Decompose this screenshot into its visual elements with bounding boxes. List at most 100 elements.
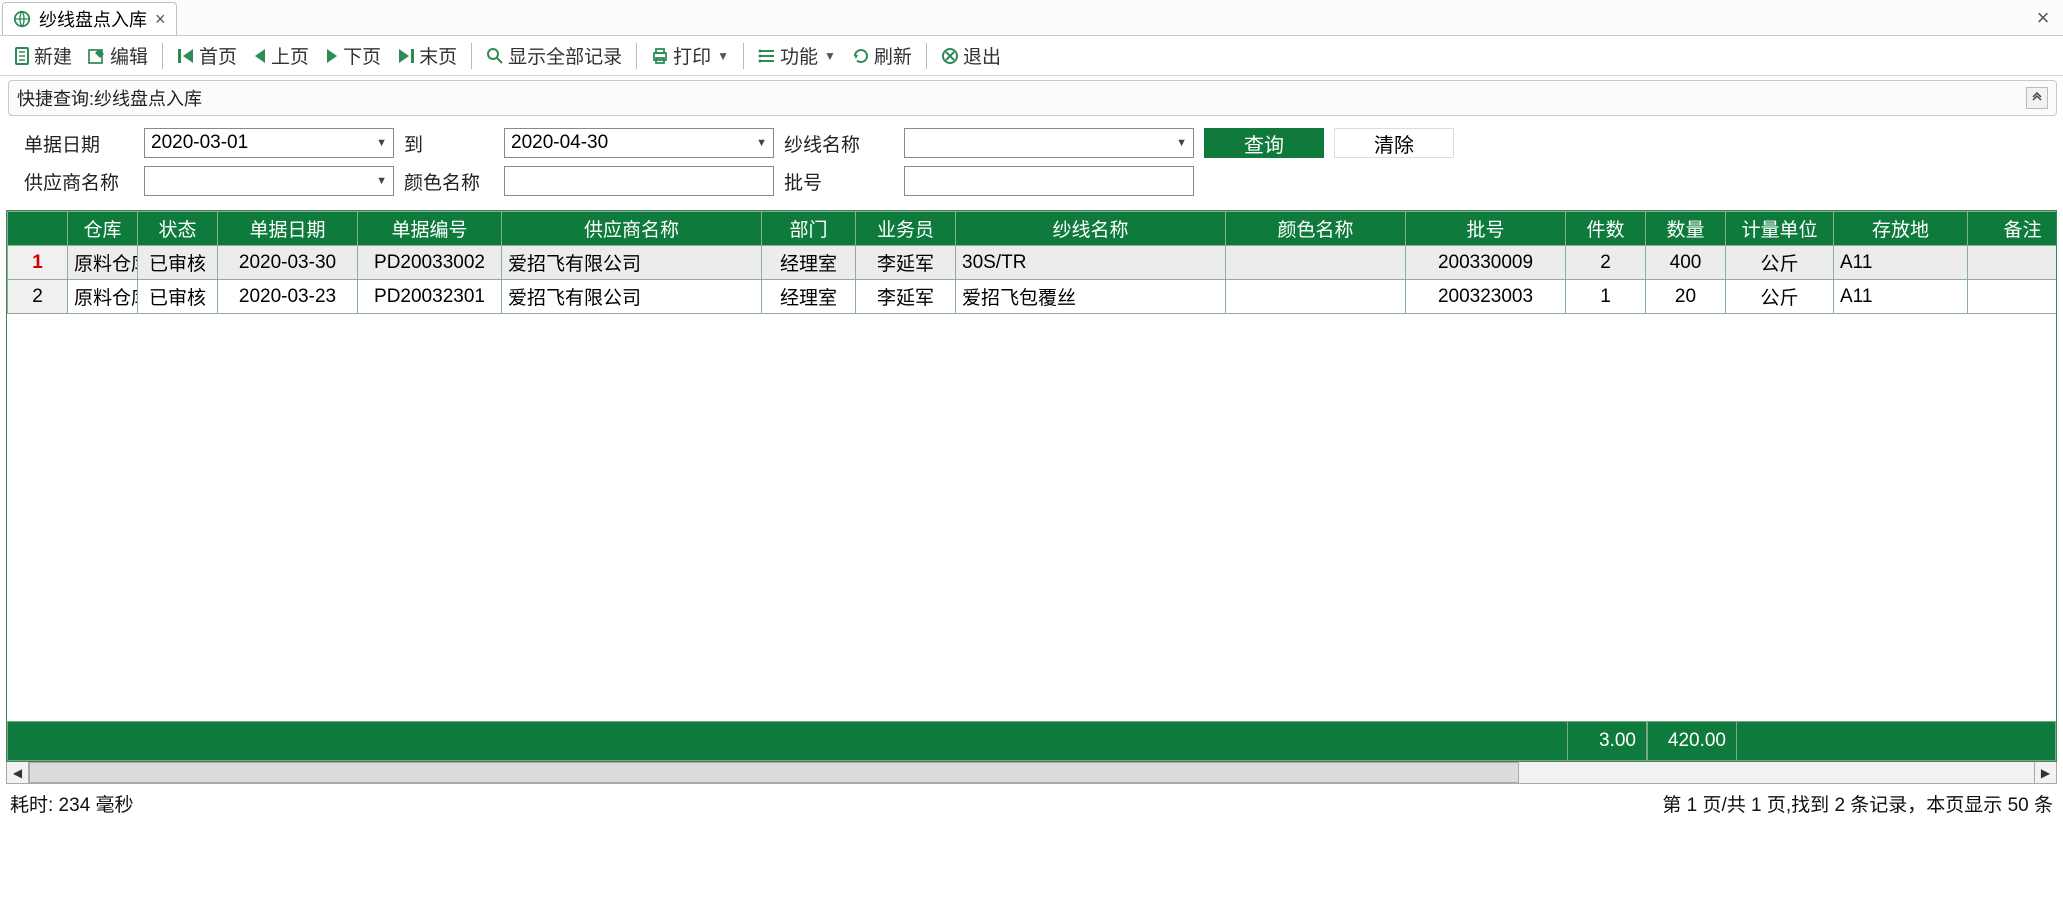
cell: 公斤: [1726, 280, 1834, 314]
th-rownum[interactable]: [8, 212, 68, 246]
yarn-label: 纱线名称: [784, 130, 894, 157]
tab-label: 纱线盘点入库: [39, 6, 147, 32]
th-sup[interactable]: 供应商名称: [502, 212, 762, 246]
new-button[interactable]: 新建: [8, 40, 78, 71]
refresh-label: 刷新: [874, 42, 912, 69]
print-label: 打印: [673, 42, 711, 69]
hscrollbar[interactable]: ◀ ▶: [6, 762, 2057, 784]
next-button[interactable]: 下页: [319, 40, 387, 71]
th-lot[interactable]: 批号: [1406, 212, 1566, 246]
last-label: 末页: [419, 42, 457, 69]
tab-bar: 纱线盘点入库 × ×: [0, 0, 2063, 36]
rownum-cell: 1: [8, 246, 68, 280]
quick-title: 快捷查询:纱线盘点入库: [17, 85, 202, 111]
rownum-cell: 2: [8, 280, 68, 314]
next-icon: [325, 48, 339, 64]
first-button[interactable]: 首页: [171, 40, 243, 71]
cell: 30S/TR: [956, 246, 1226, 280]
cell: 200323003: [1406, 280, 1566, 314]
color-input[interactable]: [504, 166, 774, 196]
th-amt[interactable]: 数量: [1646, 212, 1726, 246]
cell: 原料仓库: [68, 280, 138, 314]
chevron-down-icon: ▼: [756, 137, 767, 149]
last-button[interactable]: 末页: [391, 40, 463, 71]
table-row[interactable]: 2 原料仓库 已审核 2020-03-23 PD20032301 爱招飞有限公司…: [8, 280, 2058, 314]
th-dep[interactable]: 部门: [762, 212, 856, 246]
globe-icon: [13, 10, 31, 28]
next-label: 下页: [343, 42, 381, 69]
cell: 已审核: [138, 246, 218, 280]
th-color[interactable]: 颜色名称: [1226, 212, 1406, 246]
status-bar: 耗时: 234 毫秒 第 1 页/共 1 页,找到 2 条记录，本页显示 50 …: [0, 784, 2063, 823]
edit-icon: [88, 47, 106, 65]
func-button[interactable]: 功能▼: [752, 40, 842, 71]
pager-label: 第 1 页/共 1 页,找到 2 条记录，本页显示 50 条: [1662, 790, 2053, 817]
scroll-left-icon[interactable]: ◀: [7, 762, 29, 783]
search-button-label: 查询: [1244, 129, 1284, 158]
clear-button-label: 清除: [1374, 129, 1414, 158]
search-form: 单据日期 2020-03-01▼ 到 2020-04-30▼ 纱线名称 ▼ 查询…: [0, 118, 2063, 210]
search-button[interactable]: 查询: [1204, 128, 1324, 158]
date-to-input[interactable]: 2020-04-30▼: [504, 128, 774, 158]
refresh-icon: [852, 47, 870, 65]
supplier-input[interactable]: ▼: [144, 166, 394, 196]
exit-icon: [941, 47, 959, 65]
cell: PD20033002: [358, 246, 502, 280]
collapse-icon[interactable]: [2026, 87, 2048, 109]
sum-amt: 420.00: [1647, 721, 1737, 761]
cell: 2: [1566, 246, 1646, 280]
scroll-track[interactable]: [29, 762, 2034, 783]
edit-button[interactable]: 编辑: [82, 40, 154, 71]
prev-icon: [253, 48, 267, 64]
th-st[interactable]: 状态: [138, 212, 218, 246]
lot-input[interactable]: [904, 166, 1194, 196]
summary-bar: 3.00 420.00: [7, 721, 2056, 761]
print-button[interactable]: 打印 ▼: [645, 40, 735, 71]
cell: 20: [1646, 280, 1726, 314]
th-wh[interactable]: 仓库: [68, 212, 138, 246]
new-label: 新建: [34, 42, 72, 69]
tab-active[interactable]: 纱线盘点入库 ×: [2, 2, 177, 35]
cell: 李延军: [856, 280, 956, 314]
showall-label: 显示全部记录: [508, 42, 622, 69]
first-label: 首页: [199, 42, 237, 69]
date-from-value: 2020-03-01: [151, 132, 248, 154]
prev-button[interactable]: 上页: [247, 40, 315, 71]
list-icon: [758, 48, 776, 64]
th-no[interactable]: 单据编号: [358, 212, 502, 246]
yarn-input[interactable]: ▼: [904, 128, 1194, 158]
cell: 爱招飞包覆丝: [956, 280, 1226, 314]
sum-qty: 3.00: [1567, 721, 1647, 761]
cell: [1968, 246, 2058, 280]
scroll-right-icon[interactable]: ▶: [2034, 762, 2056, 783]
showall-button[interactable]: 显示全部记录: [480, 40, 628, 71]
th-loc[interactable]: 存放地: [1834, 212, 1968, 246]
prev-label: 上页: [271, 42, 309, 69]
th-dt[interactable]: 单据日期: [218, 212, 358, 246]
chevron-down-icon: ▼: [376, 175, 387, 187]
refresh-button[interactable]: 刷新: [846, 40, 918, 71]
th-unit[interactable]: 计量单位: [1726, 212, 1834, 246]
cell: 2020-03-23: [218, 280, 358, 314]
th-qty[interactable]: 件数: [1566, 212, 1646, 246]
th-yarn[interactable]: 纱线名称: [956, 212, 1226, 246]
cell: 已审核: [138, 280, 218, 314]
exit-label: 退出: [963, 42, 1001, 69]
new-icon: [14, 47, 30, 65]
tabbar-close-icon[interactable]: ×: [2023, 0, 2063, 35]
date-from-input[interactable]: 2020-03-01 ▼: [144, 128, 394, 158]
table-row[interactable]: 1 原料仓库 已审核 2020-03-30 PD20033002 爱招飞有限公司…: [8, 246, 2058, 280]
cell: 200330009: [1406, 246, 1566, 280]
th-agent[interactable]: 业务员: [856, 212, 956, 246]
toolbar: 新建 编辑 首页 上页 下页 末页 显示全部记录 打印 ▼ 功能▼ 刷新 退出: [0, 36, 2063, 76]
chevron-down-icon: ▼: [376, 137, 387, 149]
cell: 2020-03-30: [218, 246, 358, 280]
exit-button[interactable]: 退出: [935, 40, 1007, 71]
th-rmk[interactable]: 备注: [1968, 212, 2058, 246]
tab-close-icon[interactable]: ×: [155, 9, 166, 30]
scroll-thumb[interactable]: [29, 762, 1519, 783]
clear-button[interactable]: 清除: [1334, 128, 1454, 158]
print-icon: [651, 47, 669, 65]
lot-label: 批号: [784, 168, 894, 195]
chevron-down-icon: ▼: [717, 49, 729, 63]
